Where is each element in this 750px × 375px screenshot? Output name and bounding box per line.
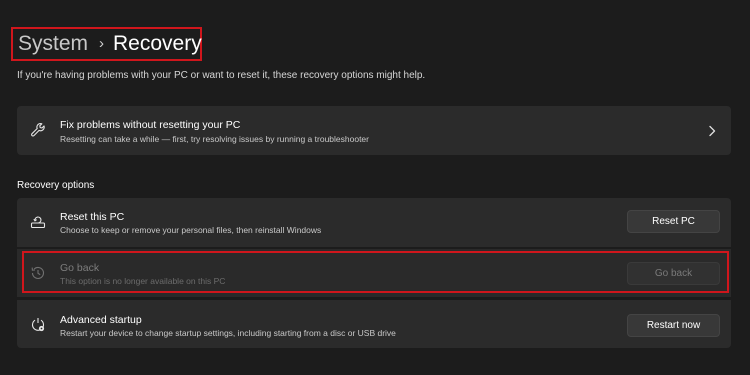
page-title: Recovery: [113, 32, 202, 55]
recovery-settings-page: System › Recovery If you're having probl…: [0, 0, 750, 375]
fix-problems-description: Resetting can take a while — first, try …: [60, 134, 369, 144]
reset-pc-title: Reset this PC: [60, 211, 125, 223]
reset-pc-description: Choose to keep or remove your personal f…: [60, 225, 322, 235]
breadcrumb-separator: ›: [99, 34, 105, 52]
advanced-startup-description: Restart your device to change startup se…: [60, 328, 396, 338]
fix-problems-card[interactable]: Fix problems without resetting your PC R…: [17, 106, 731, 155]
chevron-right-icon[interactable]: [707, 125, 717, 137]
fix-problems-title: Fix problems without resetting your PC: [60, 119, 241, 131]
go-back-button: Go back: [627, 262, 720, 285]
go-back-description: This option is no longer available on th…: [60, 276, 226, 286]
reset-pc-card: Reset this PC Choose to keep or remove y…: [17, 198, 731, 247]
breadcrumb: System › Recovery: [11, 27, 202, 61]
go-back-title: Go back: [60, 262, 100, 274]
wrench-icon: [31, 122, 45, 137]
advanced-startup-title: Advanced startup: [60, 314, 142, 326]
reset-pc-button[interactable]: Reset PC: [627, 210, 720, 233]
restart-now-button[interactable]: Restart now: [627, 314, 720, 337]
breadcrumb-system-link[interactable]: System: [18, 32, 88, 56]
intro-text: If you're having problems with your PC o…: [17, 70, 426, 81]
go-back-card: Go back This option is no longer availab…: [17, 249, 731, 297]
reset-pc-icon: [30, 216, 46, 229]
advanced-startup-card: Advanced startup Restart your device to …: [17, 300, 731, 348]
advanced-startup-icon: [31, 318, 45, 332]
history-icon: [31, 266, 45, 279]
recovery-options-heading: Recovery options: [17, 180, 95, 191]
